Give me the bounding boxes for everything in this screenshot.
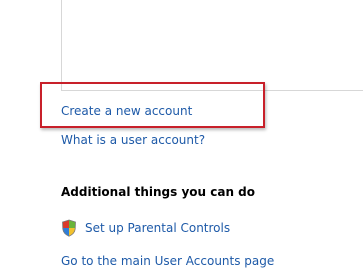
parental-controls-task[interactable]: Set up Parental Controls xyxy=(61,219,230,237)
shield-icon xyxy=(62,219,76,237)
what-is-user-account-link[interactable]: What is a user account? xyxy=(61,132,205,148)
create-new-account-link[interactable]: Create a new account xyxy=(61,103,192,119)
main-user-accounts-page-link[interactable]: Go to the main User Accounts page xyxy=(61,253,274,269)
additional-things-heading: Additional things you can do xyxy=(61,185,256,199)
account-list-panel xyxy=(61,0,363,91)
parental-controls-link[interactable]: Set up Parental Controls xyxy=(85,220,230,236)
